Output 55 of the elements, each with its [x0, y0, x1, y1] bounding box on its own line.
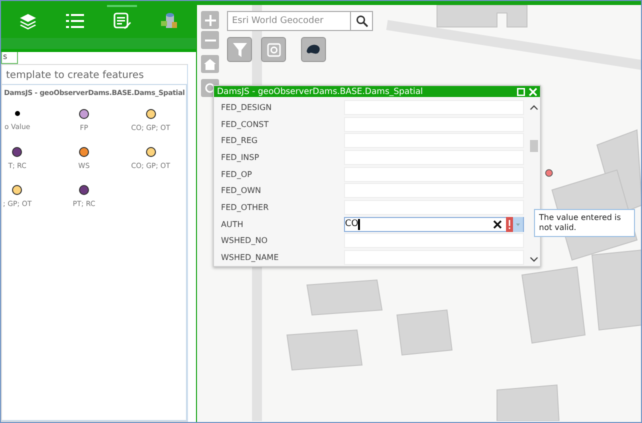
tools-icon	[160, 12, 178, 30]
chevron-up-icon[interactable]	[530, 105, 538, 110]
text-cursor	[358, 218, 360, 230]
search-button[interactable]	[351, 11, 373, 31]
select-tool-button[interactable]	[261, 37, 286, 62]
field-label: FED_REG	[220, 136, 259, 146]
chevron-down-icon[interactable]	[530, 257, 538, 262]
minus-icon	[204, 38, 216, 42]
field-label: FED_CONST	[220, 120, 270, 129]
zoom-out-button[interactable]	[201, 31, 219, 49]
field-label: WSHED_NAME	[220, 253, 280, 262]
point-marker	[545, 169, 553, 177]
text-field[interactable]	[344, 200, 524, 216]
filter-icon	[232, 42, 246, 56]
close-icon[interactable]	[529, 88, 537, 96]
symbol-circle[interactable]	[146, 146, 156, 156]
hint-text: template to create features	[5, 69, 145, 83]
popup-title: DamsJS - geoObserverDams.BASE.Dams_Spatial	[217, 86, 424, 96]
combo-field[interactable]: CO	[344, 216, 524, 232]
search-icon	[356, 15, 368, 27]
symbol-circle[interactable]	[78, 184, 89, 194]
blob-icon	[306, 44, 321, 55]
field-label: FED_OP	[220, 170, 253, 179]
maximize-icon[interactable]	[517, 88, 525, 96]
clear-icon[interactable]	[493, 220, 502, 229]
tool-button[interactable]	[301, 37, 326, 62]
text-field[interactable]	[344, 233, 524, 248]
field-label: AUTH	[220, 220, 244, 229]
field-label: WSHED_NO	[220, 236, 268, 246]
edit-icon	[112, 12, 131, 30]
error-icon	[506, 216, 513, 232]
field-label: FED_OWN	[220, 186, 262, 196]
field-value: CO	[345, 219, 358, 230]
symbol-dot[interactable]	[14, 111, 20, 116]
plus-icon	[204, 14, 216, 26]
symbol-circle[interactable]	[146, 108, 156, 118]
error-tooltip: The value entered is not valid.	[534, 209, 635, 237]
symbol-circle[interactable]	[12, 184, 22, 194]
field-label: FED_DESIGN	[220, 102, 273, 112]
zoom-in-button[interactable]	[201, 11, 219, 29]
text-field[interactable]	[344, 250, 524, 266]
panel-tab[interactable]: s	[1, 52, 18, 64]
list-icon	[66, 12, 84, 28]
home-button[interactable]	[201, 55, 219, 73]
field-label: FED_INSP	[220, 152, 260, 162]
field-label: FED_OTHER	[220, 203, 270, 212]
home-icon	[204, 58, 216, 70]
filter-button[interactable]	[227, 37, 252, 62]
layers-icon	[19, 12, 38, 30]
scroll-thumb[interactable]	[530, 140, 538, 152]
gear-icon	[266, 42, 280, 56]
search-field[interactable]: Esri World Geocoder	[227, 11, 351, 31]
symbol-circle[interactable]	[78, 108, 89, 118]
symbol-circle[interactable]	[12, 146, 22, 156]
symbol-circle[interactable]	[78, 146, 89, 156]
